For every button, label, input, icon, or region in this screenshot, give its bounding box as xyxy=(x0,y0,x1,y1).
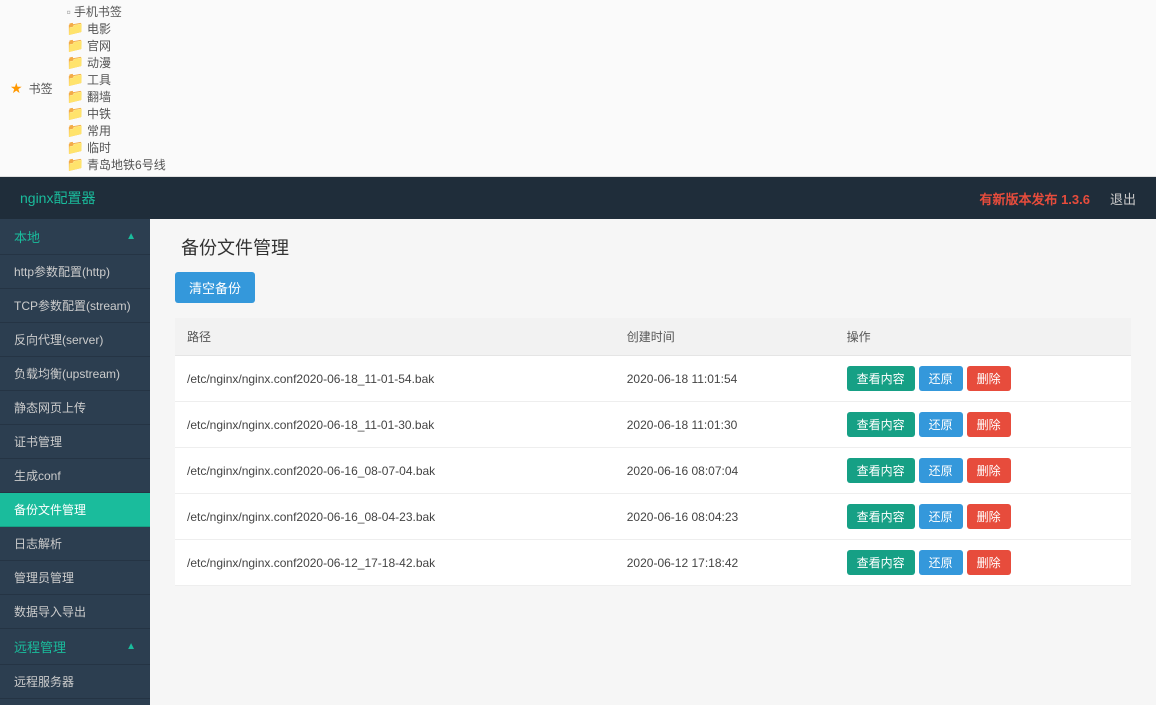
star-icon: ★ xyxy=(10,80,23,97)
clear-backup-button[interactable]: 清空备份 xyxy=(175,272,255,303)
view-content-button[interactable]: 查看内容 xyxy=(847,412,915,437)
bookmark-item[interactable]: 📁中铁 xyxy=(67,105,166,122)
table-row: /etc/nginx/nginx.conf2020-06-18_11-01-54… xyxy=(175,356,1131,402)
folder-icon: 📁 xyxy=(67,156,84,173)
col-header-path: 路径 xyxy=(175,318,615,356)
delete-button[interactable]: 删除 xyxy=(967,458,1011,483)
delete-button[interactable]: 删除 xyxy=(967,550,1011,575)
cell-ops: 查看内容还原删除 xyxy=(835,448,1131,494)
bookmark-item[interactable]: 📁翻墙 xyxy=(67,88,166,105)
sidebar-item[interactable]: 静态网页上传 xyxy=(0,391,150,425)
bookmark-item-label: 翻墙 xyxy=(87,88,111,105)
bookmark-item-label: 临时 xyxy=(87,139,111,156)
page-icon: ▫ xyxy=(67,5,71,19)
delete-button[interactable]: 删除 xyxy=(967,412,1011,437)
restore-button[interactable]: 还原 xyxy=(919,550,963,575)
sidebar-item[interactable]: 生成conf xyxy=(0,459,150,493)
sidebar: 本地 ▲ http参数配置(http)TCP参数配置(stream)反向代理(ser… xyxy=(0,219,150,705)
sidebar-item[interactable]: 日志解析 xyxy=(0,527,150,561)
table-row: /etc/nginx/nginx.conf2020-06-12_17-18-42… xyxy=(175,540,1131,586)
chevron-up-icon: ▲ xyxy=(126,641,136,652)
restore-button[interactable]: 还原 xyxy=(919,366,963,391)
bookmark-item[interactable]: ▫手机书签 xyxy=(67,3,166,20)
folder-icon: 📁 xyxy=(67,71,84,88)
cell-path: /etc/nginx/nginx.conf2020-06-18_11-01-30… xyxy=(175,402,615,448)
cell-path: /etc/nginx/nginx.conf2020-06-16_08-07-04… xyxy=(175,448,615,494)
sidebar-item[interactable]: TCP参数配置(stream) xyxy=(0,289,150,323)
cell-time: 2020-06-18 11:01:54 xyxy=(615,356,835,402)
sidebar-section-title: 本地 xyxy=(14,227,40,246)
sidebar-item[interactable]: 证书管理 xyxy=(0,425,150,459)
bookmark-item-label: 中铁 xyxy=(87,105,111,122)
bookmarks-bar: ★ 书签 ▫手机书签📁电影📁官网📁动漫📁工具📁翻墙📁中铁📁常用📁临时📁青岛地铁6… xyxy=(0,0,1156,177)
folder-icon: 📁 xyxy=(67,105,84,122)
bookmark-item[interactable]: 📁工具 xyxy=(67,71,166,88)
bookmark-item-label: 工具 xyxy=(87,71,111,88)
bookmark-item[interactable]: 📁常用 xyxy=(67,122,166,139)
folder-icon: 📁 xyxy=(67,54,84,71)
table-row: /etc/nginx/nginx.conf2020-06-18_11-01-30… xyxy=(175,402,1131,448)
cell-ops: 查看内容还原删除 xyxy=(835,540,1131,586)
restore-button[interactable]: 还原 xyxy=(919,458,963,483)
page-title: 备份文件管理 xyxy=(175,234,1131,260)
bookmark-item[interactable]: 📁临时 xyxy=(67,139,166,156)
backup-table: 路径 创建时间 操作 /etc/nginx/nginx.conf2020-06-… xyxy=(175,318,1131,586)
folder-icon: 📁 xyxy=(67,20,84,37)
cell-ops: 查看内容还原删除 xyxy=(835,356,1131,402)
sidebar-item[interactable]: 备份文件管理 xyxy=(0,493,150,527)
bookmark-item-label: 青岛地铁6号线 xyxy=(87,156,166,173)
sidebar-item[interactable]: 远程服务器 xyxy=(0,665,150,699)
folder-icon: 📁 xyxy=(67,88,84,105)
bookmark-item-label: 电影 xyxy=(87,20,111,37)
folder-icon: 📁 xyxy=(67,122,84,139)
cell-time: 2020-06-18 11:01:30 xyxy=(615,402,835,448)
sidebar-section-header[interactable]: 本地 ▲ xyxy=(0,219,150,255)
folder-icon: 📁 xyxy=(67,37,84,54)
sidebar-item[interactable]: 数据导入导出 xyxy=(0,595,150,629)
version-notice[interactable]: 有新版本发布 1.3.6 xyxy=(979,189,1090,208)
bookmark-item-label: 常用 xyxy=(87,122,111,139)
sidebar-section-header[interactable]: 远程管理 ▲ xyxy=(0,629,150,665)
folder-icon: 📁 xyxy=(67,139,84,156)
cell-ops: 查看内容还原删除 xyxy=(835,494,1131,540)
bookmark-item[interactable]: 📁官网 xyxy=(67,37,166,54)
delete-button[interactable]: 删除 xyxy=(967,504,1011,529)
view-content-button[interactable]: 查看内容 xyxy=(847,504,915,529)
table-row: /etc/nginx/nginx.conf2020-06-16_08-07-04… xyxy=(175,448,1131,494)
cell-ops: 查看内容还原删除 xyxy=(835,402,1131,448)
sidebar-item[interactable]: 负载均衡(upstream) xyxy=(0,357,150,391)
cell-time: 2020-06-16 08:04:23 xyxy=(615,494,835,540)
cell-time: 2020-06-12 17:18:42 xyxy=(615,540,835,586)
app-header: nginx配置器 有新版本发布 1.3.6 退出 xyxy=(0,177,1156,219)
bookmark-item-label: 手机书签 xyxy=(74,3,122,20)
main-content: 备份文件管理 清空备份 路径 创建时间 操作 /etc/nginx/nginx.… xyxy=(150,219,1156,705)
cell-time: 2020-06-16 08:07:04 xyxy=(615,448,835,494)
bookmark-label[interactable]: 书签 xyxy=(29,80,53,97)
delete-button[interactable]: 删除 xyxy=(967,366,1011,391)
cell-path: /etc/nginx/nginx.conf2020-06-12_17-18-42… xyxy=(175,540,615,586)
bookmark-item-label: 官网 xyxy=(87,37,111,54)
bookmark-item[interactable]: 📁电影 xyxy=(67,20,166,37)
bookmark-item[interactable]: 📁青岛地铁6号线 xyxy=(67,156,166,173)
restore-button[interactable]: 还原 xyxy=(919,412,963,437)
table-row: /etc/nginx/nginx.conf2020-06-16_08-04-23… xyxy=(175,494,1131,540)
brand-title: nginx配置器 xyxy=(20,188,95,208)
cell-path: /etc/nginx/nginx.conf2020-06-16_08-04-23… xyxy=(175,494,615,540)
sidebar-section-title: 远程管理 xyxy=(14,637,66,656)
col-header-time: 创建时间 xyxy=(615,318,835,356)
view-content-button[interactable]: 查看内容 xyxy=(847,550,915,575)
bookmark-item[interactable]: 📁动漫 xyxy=(67,54,166,71)
restore-button[interactable]: 还原 xyxy=(919,504,963,529)
logout-link[interactable]: 退出 xyxy=(1110,189,1136,208)
sidebar-item[interactable]: 反向代理(server) xyxy=(0,323,150,357)
view-content-button[interactable]: 查看内容 xyxy=(847,458,915,483)
col-header-ops: 操作 xyxy=(835,318,1131,356)
bookmark-item-label: 动漫 xyxy=(87,54,111,71)
view-content-button[interactable]: 查看内容 xyxy=(847,366,915,391)
cell-path: /etc/nginx/nginx.conf2020-06-18_11-01-54… xyxy=(175,356,615,402)
sidebar-item[interactable]: http参数配置(http) xyxy=(0,255,150,289)
sidebar-item[interactable]: 管理员管理 xyxy=(0,561,150,595)
chevron-up-icon: ▲ xyxy=(126,231,136,242)
